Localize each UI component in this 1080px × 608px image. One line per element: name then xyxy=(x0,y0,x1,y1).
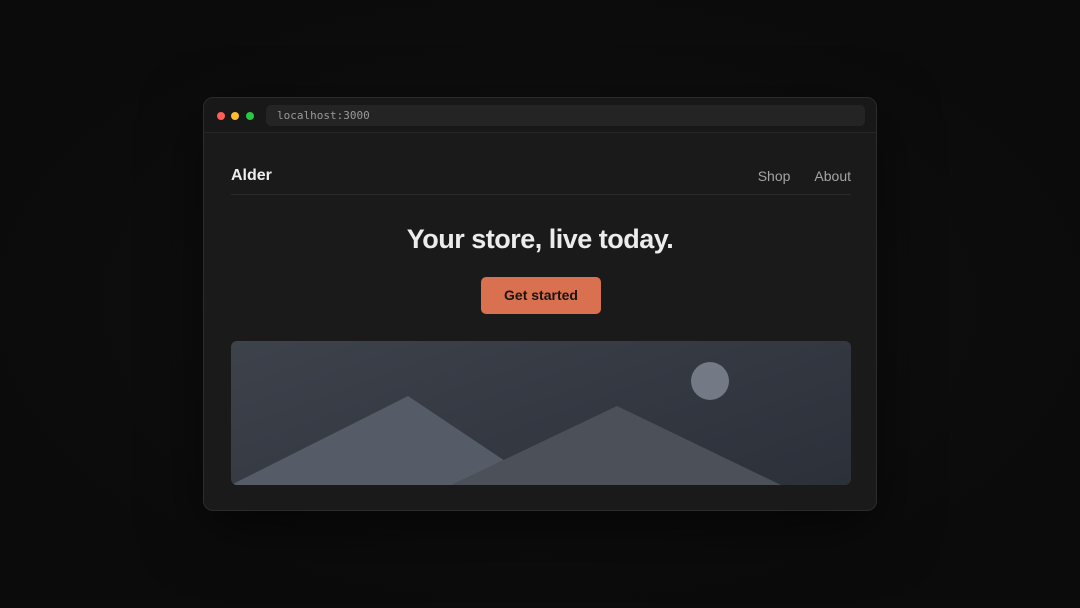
minimize-window-button[interactable] xyxy=(231,112,239,120)
site-header: Alder Shop About xyxy=(231,133,851,195)
desktop-background: localhost:3000 Alder Shop About Your sto… xyxy=(0,0,1080,608)
get-started-button[interactable]: Get started xyxy=(481,277,601,314)
url-text: localhost:3000 xyxy=(277,109,370,122)
maximize-window-button[interactable] xyxy=(246,112,254,120)
hero-title: Your store, live today. xyxy=(406,224,674,254)
sun-shape xyxy=(691,362,729,400)
browser-titlebar: localhost:3000 xyxy=(204,98,876,133)
mountain-right-shape xyxy=(451,406,781,485)
hero-image-placeholder xyxy=(231,341,851,485)
close-window-button[interactable] xyxy=(217,112,225,120)
brand-logo[interactable]: Alder xyxy=(231,167,272,185)
landscape-placeholder-icon xyxy=(231,362,781,485)
page-content: Alder Shop About Your store, live today.… xyxy=(204,133,876,510)
address-bar[interactable]: localhost:3000 xyxy=(266,105,865,126)
nav-link-about[interactable]: About xyxy=(814,168,851,184)
nav-links: Shop About xyxy=(758,168,851,184)
browser-window: localhost:3000 Alder Shop About Your sto… xyxy=(203,97,877,511)
nav-link-shop[interactable]: Shop xyxy=(758,168,791,184)
